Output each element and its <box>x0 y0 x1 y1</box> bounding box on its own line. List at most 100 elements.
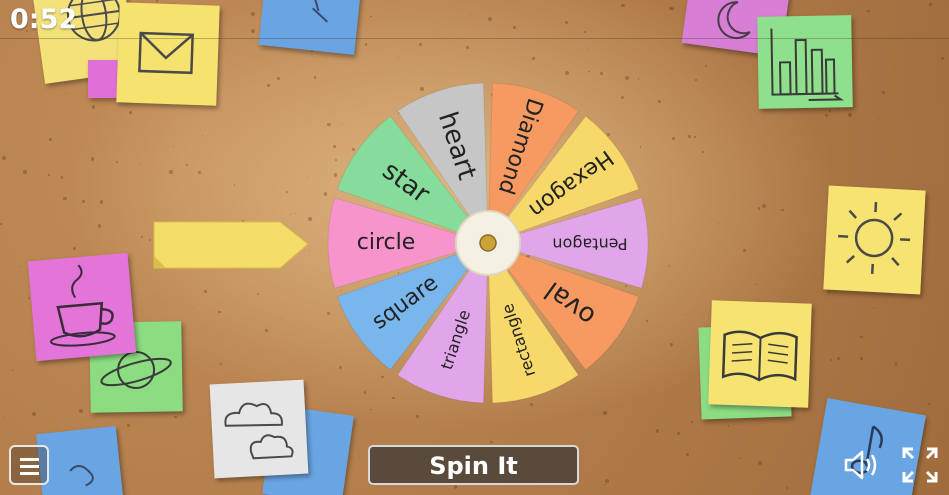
cork-speck <box>418 42 423 47</box>
countdown-timer: 0:52 <box>10 4 78 35</box>
cork-speck <box>490 440 493 444</box>
cork-speck <box>671 136 676 141</box>
sticky-note-teacup <box>27 252 137 362</box>
cork-speck <box>193 307 195 309</box>
cork-speck <box>532 57 535 60</box>
wheel-hub-icon <box>455 210 521 276</box>
cork-speck <box>655 429 660 434</box>
cork-speck <box>115 161 118 163</box>
spinner-wheel[interactable]: Hexagon Pentagon oval rectangle triangle squa… <box>325 80 651 406</box>
cork-speck <box>294 212 297 215</box>
sticky-note-book <box>708 300 812 408</box>
cork-speck <box>204 290 208 293</box>
sticky-note-envelope <box>116 2 220 106</box>
menu-button[interactable] <box>9 445 49 485</box>
cork-speck <box>694 136 696 138</box>
cork-speck <box>12 369 14 371</box>
sticky-note-cloud <box>209 379 309 479</box>
cork-speck <box>757 207 761 210</box>
cork-speck <box>370 15 372 18</box>
sticky-note-blue-bottom-left <box>36 426 124 495</box>
cork-speck <box>91 105 96 109</box>
cork-speck <box>761 203 766 208</box>
cork-speck <box>277 77 280 80</box>
sticky-note-blue-top <box>258 0 362 55</box>
cork-speck <box>685 453 689 457</box>
sticky-note-sun <box>823 185 926 295</box>
spin-button[interactable]: Spin It <box>368 445 579 485</box>
cork-speck <box>695 79 697 81</box>
cork-speck <box>286 191 288 193</box>
cork-speck <box>2 416 5 419</box>
bar-chart-icon <box>770 28 844 101</box>
cork-speck <box>587 49 589 51</box>
cork-speck <box>370 408 372 411</box>
cork-speck <box>602 410 607 415</box>
cork-speck <box>929 2 933 6</box>
fullscreen-button[interactable] <box>900 445 940 485</box>
cork-speck <box>173 145 175 147</box>
cork-speck <box>219 362 222 365</box>
cork-speck <box>825 113 829 117</box>
envelope-icon <box>138 31 194 75</box>
cork-speck <box>72 246 76 250</box>
cork-speck <box>23 170 27 174</box>
cork-speck <box>0 223 2 225</box>
cork-speck <box>469 14 471 16</box>
sound-button[interactable] <box>842 445 882 485</box>
cork-speck <box>218 310 221 314</box>
cork-speck <box>860 356 864 361</box>
cork-speck <box>264 328 269 332</box>
cork-speck <box>169 170 173 174</box>
cork-speck <box>289 214 291 216</box>
cork-speck <box>397 56 399 59</box>
cork-speck <box>250 12 255 16</box>
cork-speck <box>416 415 419 418</box>
cork-speck <box>853 327 855 330</box>
cork-speck <box>27 297 30 300</box>
cork-speck <box>691 421 693 423</box>
cork-speck <box>781 208 784 212</box>
cork-speck <box>657 99 662 104</box>
cork-speck <box>364 43 368 46</box>
game-board: 0:52 Hexagon Pentagon oval rectangle triangl… <box>0 0 949 495</box>
cork-speck <box>266 84 270 88</box>
sun-icon <box>838 201 911 274</box>
sticky-note-bar-chart <box>757 15 853 109</box>
cork-speck <box>90 157 95 161</box>
cork-speck <box>141 235 143 238</box>
cork-speck <box>584 31 587 34</box>
fullscreen-icon <box>902 447 938 483</box>
cork-speck <box>358 456 360 459</box>
wheel-segment-label: Pentagon <box>552 235 627 254</box>
cork-speck <box>600 72 603 75</box>
hamburger-menu-icon <box>20 458 39 461</box>
cork-speck <box>63 196 67 201</box>
cork-speck <box>565 70 570 75</box>
cork-speck <box>31 412 36 417</box>
cork-speck <box>847 113 852 118</box>
cork-speck <box>186 164 189 167</box>
cork-speck <box>879 118 881 120</box>
cork-speck <box>48 174 51 176</box>
cork-speck <box>564 21 568 25</box>
cork-speck <box>834 291 836 293</box>
cork-speck <box>894 363 898 366</box>
cork-speck <box>928 308 930 310</box>
cork-speck <box>746 212 748 214</box>
cork-speck <box>99 200 104 205</box>
cork-speck <box>837 357 840 360</box>
cork-speck <box>156 0 158 2</box>
speaker-icon <box>844 450 877 480</box>
cork-speck <box>671 6 675 10</box>
cork-speck <box>1 156 6 161</box>
cork-speck <box>257 292 260 295</box>
cork-speck <box>757 460 762 465</box>
cork-speck <box>755 283 757 286</box>
cork-speck <box>827 290 831 294</box>
cork-speck <box>668 265 671 268</box>
cork-speck <box>717 223 719 225</box>
cork-speck <box>786 487 789 490</box>
cork-speck <box>311 50 313 52</box>
cork-speck <box>873 306 875 308</box>
